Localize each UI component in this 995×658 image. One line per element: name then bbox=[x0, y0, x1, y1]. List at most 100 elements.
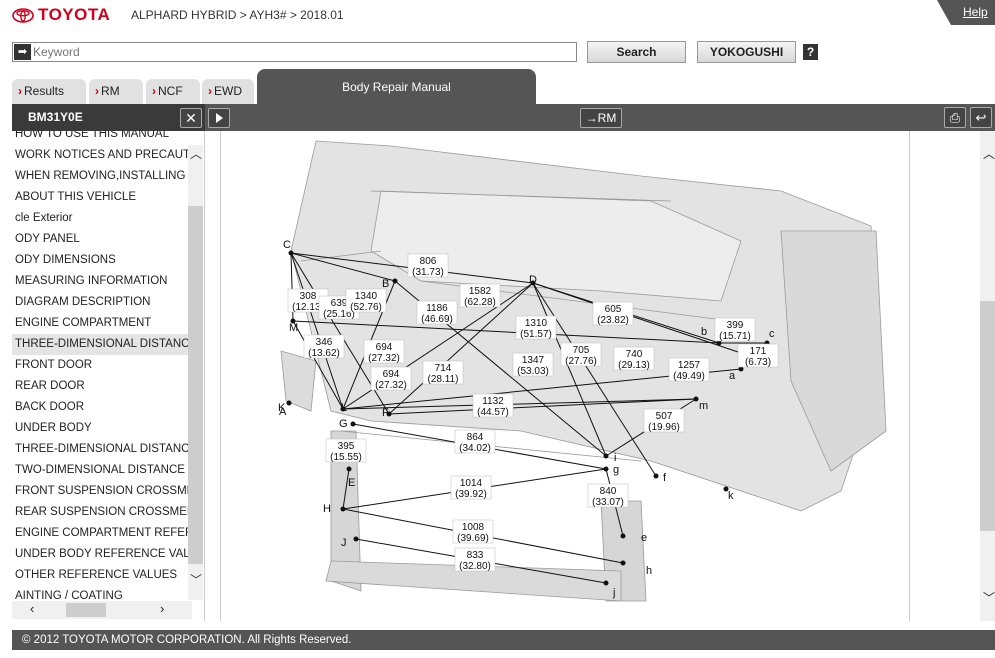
scroll-down-icon[interactable]: ﹀ bbox=[983, 589, 995, 606]
tree-item[interactable]: cle Exterior bbox=[12, 208, 192, 229]
dimension-label: 399(15.71) bbox=[714, 317, 756, 342]
svg-text:(32.80): (32.80) bbox=[459, 561, 491, 572]
dimension-label: 705(27.76) bbox=[560, 342, 602, 367]
tree-item[interactable]: WHEN REMOVING,INSTALLING bbox=[12, 166, 192, 187]
document-id: BM31Y0E bbox=[28, 110, 83, 124]
keyword-box: ➡ bbox=[12, 42, 577, 62]
tree-item[interactable]: DIAGRAM DESCRIPTION bbox=[12, 292, 192, 313]
sidebar-scroll-thumb[interactable] bbox=[188, 206, 203, 564]
dimension-label: 507(19.96) bbox=[643, 408, 685, 433]
back-button[interactable]: ↩ bbox=[970, 107, 992, 128]
tree-item[interactable]: BACK DOOR bbox=[12, 397, 192, 418]
search-input[interactable] bbox=[33, 44, 573, 60]
point-label: H bbox=[323, 503, 331, 515]
point-label: G bbox=[339, 418, 348, 430]
tab-results[interactable]: › Results bbox=[12, 79, 86, 104]
tree-item[interactable]: FRONT DOOR bbox=[12, 355, 192, 376]
tree-item[interactable]: THREE-DIMENSIONAL DISTANCE bbox=[12, 439, 192, 460]
tree-item[interactable]: REAR DOOR bbox=[12, 376, 192, 397]
svg-text:395: 395 bbox=[338, 441, 355, 452]
scroll-right-icon[interactable]: › bbox=[160, 601, 164, 616]
scroll-down-icon[interactable]: ﹀ bbox=[190, 571, 202, 588]
printer-icon: ⎙ bbox=[949, 110, 961, 125]
footer: © 2012 TOYOTA MOTOR CORPORATION. All Rig… bbox=[12, 630, 995, 650]
tree-item[interactable]: UNDER BODY REFERENCE VALUES bbox=[12, 544, 192, 565]
expand-button[interactable] bbox=[208, 108, 230, 128]
svg-text:1582: 1582 bbox=[469, 286, 492, 297]
dimension-label: 1340(52.76) bbox=[345, 288, 387, 313]
tree-item[interactable]: ABOUT THIS VEHICLE bbox=[12, 187, 192, 208]
scroll-up-icon[interactable]: ︿ bbox=[983, 145, 995, 162]
scroll-left-icon[interactable]: ‹ bbox=[30, 601, 34, 616]
svg-text:740: 740 bbox=[626, 349, 643, 360]
hscroll-thumb[interactable] bbox=[66, 603, 106, 617]
tree-item[interactable]: ENGINE COMPARTMENT bbox=[12, 313, 192, 334]
tab-bar: › Results › RM › NCF › EWD Body Repair Manua… bbox=[12, 69, 992, 104]
svg-text:714: 714 bbox=[435, 363, 452, 374]
tab-ncf[interactable]: › NCF bbox=[146, 79, 200, 104]
tree-item[interactable]: MEASURING INFORMATION bbox=[12, 271, 192, 292]
rm-link-button[interactable]: →RM bbox=[580, 108, 622, 128]
help-icon[interactable]: ? bbox=[803, 44, 818, 60]
point-label: C bbox=[283, 239, 291, 251]
svg-text:(33.07): (33.07) bbox=[592, 497, 624, 508]
body-dimension-diagram: ABCDEFGHJK LMab cefghijkm 806(31.73)308(12… bbox=[278, 140, 887, 602]
arrow-right-icon: ➡ bbox=[14, 44, 31, 60]
svg-text:705: 705 bbox=[573, 345, 590, 356]
point-label: g bbox=[613, 464, 619, 476]
sidebar-hscrollbar[interactable]: ‹ › bbox=[12, 601, 192, 619]
svg-text:806: 806 bbox=[420, 256, 437, 267]
close-button[interactable]: ✕ bbox=[180, 108, 202, 128]
top-header: TOYOTA ALPHARD HYBRID > AYH3# > 2018.01 … bbox=[0, 0, 995, 30]
point-label: i bbox=[614, 452, 616, 464]
tab-rm[interactable]: › RM bbox=[89, 79, 143, 104]
dimension-label: 833(32.80) bbox=[454, 547, 496, 572]
tree-item[interactable]: ODY PANEL bbox=[12, 229, 192, 250]
dimension-label: 605(23.82) bbox=[592, 301, 634, 326]
svg-text:1340: 1340 bbox=[355, 291, 378, 302]
svg-text:346: 346 bbox=[316, 337, 333, 348]
svg-text:1310: 1310 bbox=[525, 318, 548, 329]
svg-text:(62.28): (62.28) bbox=[464, 297, 496, 308]
tree-item[interactable]: ODY DIMENSIONS bbox=[12, 250, 192, 271]
chevron-right-icon: › bbox=[95, 84, 99, 98]
tree-item[interactable]: UNDER BODY bbox=[12, 418, 192, 439]
dimension-label: 840(33.07) bbox=[587, 483, 629, 508]
tree-item[interactable]: OTHER REFERENCE VALUES bbox=[12, 565, 192, 586]
svg-text:840: 840 bbox=[600, 486, 617, 497]
print-button[interactable]: ⎙ bbox=[944, 107, 966, 128]
tree-item[interactable]: TWO-DIMENSIONAL DISTANCE bbox=[12, 460, 192, 481]
tree-item[interactable]: FRONT SUSPENSION CROSSMEMBER bbox=[12, 481, 192, 502]
tab-body-repair-manual[interactable]: Body Repair Manual bbox=[257, 69, 536, 104]
svg-text:399: 399 bbox=[727, 320, 744, 331]
dimension-label: 1186(46.69) bbox=[416, 300, 458, 325]
dimension-label: 1257(49.49) bbox=[668, 357, 710, 382]
sidebar-header: BM31Y0E ✕ bbox=[12, 104, 205, 131]
svg-text:(23.82): (23.82) bbox=[597, 315, 629, 326]
svg-text:(39.92): (39.92) bbox=[455, 489, 487, 500]
yokogushi-button[interactable]: YOKOGUSHI bbox=[697, 41, 796, 63]
content-scroll-thumb[interactable] bbox=[980, 301, 995, 531]
help-link[interactable]: Help bbox=[963, 5, 988, 19]
point-label: m bbox=[699, 400, 708, 412]
tree-item[interactable]: REAR SUSPENSION CROSSMEMBER bbox=[12, 502, 192, 523]
svg-text:(34.02): (34.02) bbox=[459, 443, 491, 454]
rm-link-label: RM bbox=[597, 111, 617, 125]
point-label: M bbox=[289, 322, 298, 334]
dimension-label: 171(6.73) bbox=[737, 343, 779, 368]
scroll-up-icon[interactable]: ︿ bbox=[190, 145, 202, 162]
toyota-emblem-icon bbox=[12, 7, 34, 23]
tree-item[interactable]: ENGINE COMPARTMENT REFERENCE bbox=[12, 523, 192, 544]
tab-ewd[interactable]: › EWD bbox=[202, 79, 254, 104]
svg-text:(28.11): (28.11) bbox=[428, 374, 459, 385]
arrow-right-icon: → bbox=[585, 111, 598, 125]
search-button[interactable]: Search bbox=[587, 41, 686, 63]
sidebar-tree: HOW TO USE THIS MANUAL WORK NOTICES AND P… bbox=[12, 131, 205, 621]
search-row: ➡ Search YOKOGUSHI ? bbox=[12, 41, 992, 64]
tree-item[interactable]: THREE-DIMENSIONAL DISTANCE bbox=[12, 334, 192, 355]
svg-text:171: 171 bbox=[750, 346, 767, 357]
dimension-label: 864(34.02) bbox=[454, 429, 496, 454]
tree-item[interactable]: HOW TO USE THIS MANUAL bbox=[12, 131, 192, 145]
tree-item[interactable]: WORK NOTICES AND PRECAUTIONS bbox=[12, 145, 192, 166]
point-label: c bbox=[769, 328, 775, 340]
